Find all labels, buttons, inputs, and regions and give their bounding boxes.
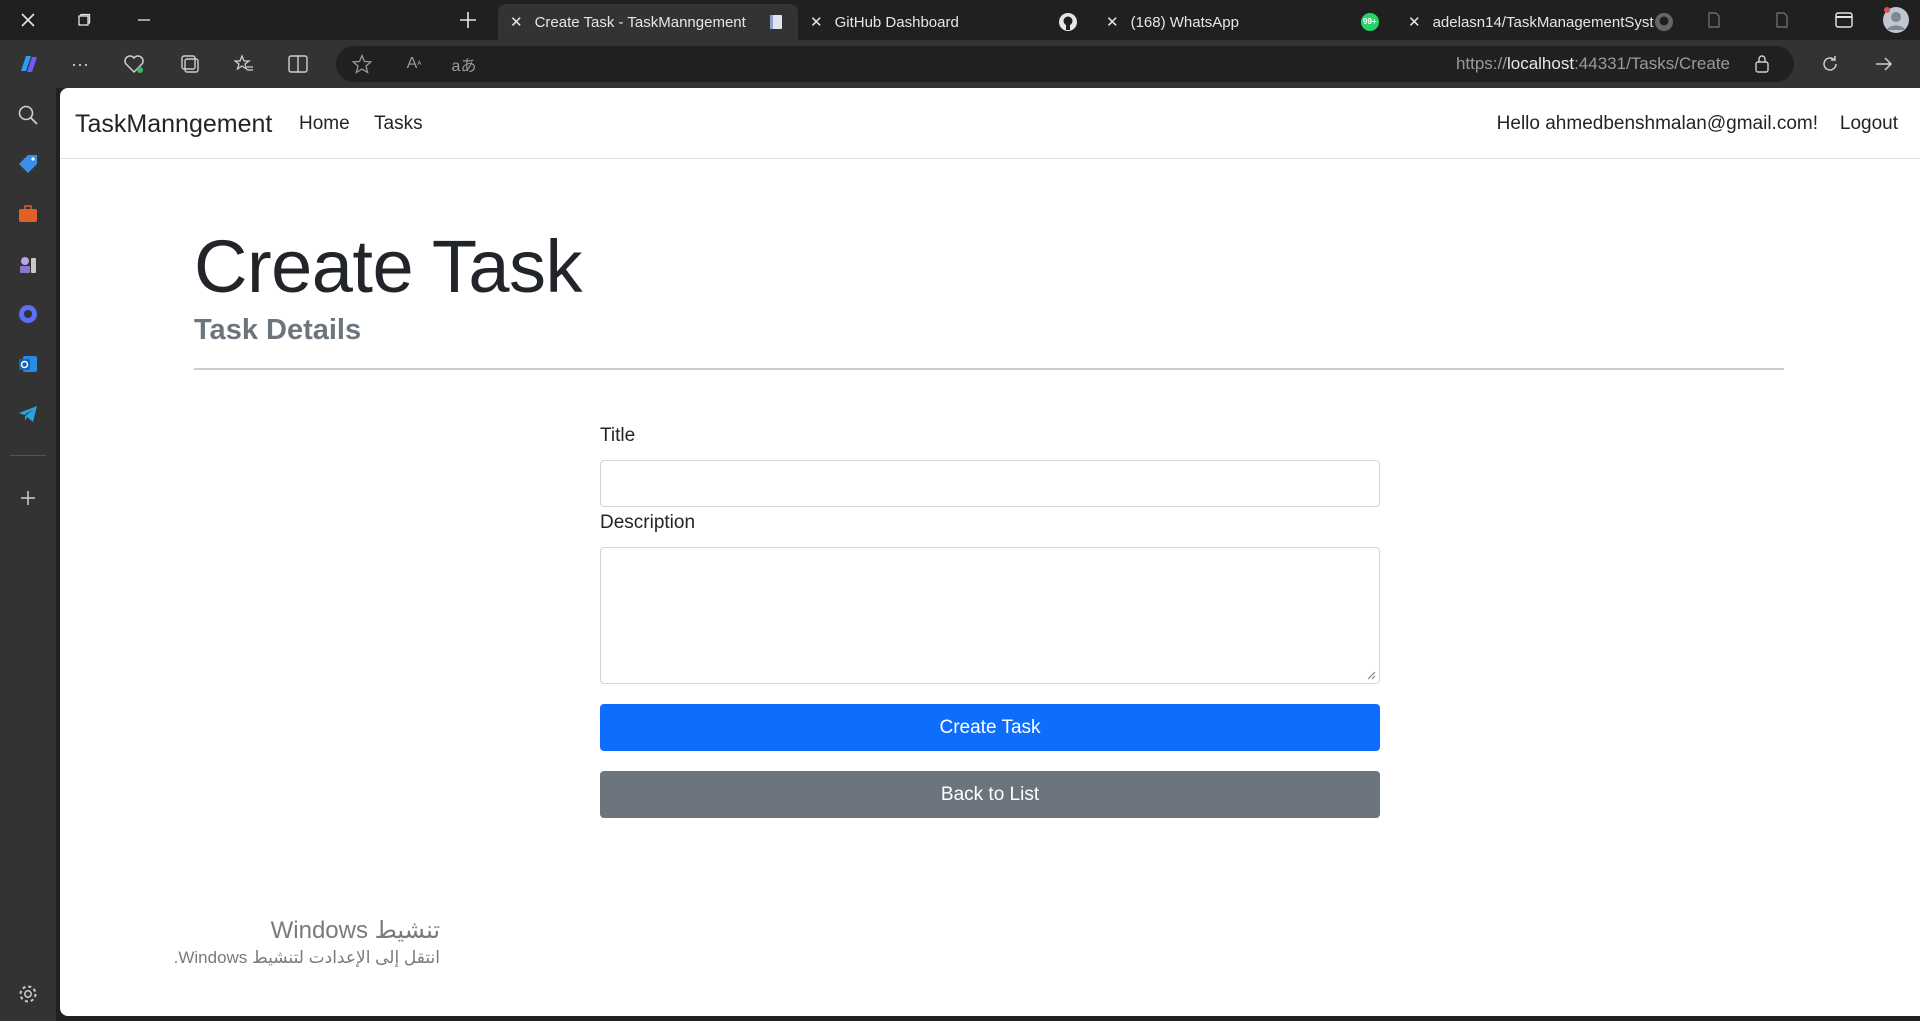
title-input[interactable] [600,460,1380,507]
minimize-window-icon[interactable] [116,0,172,40]
site-brand[interactable]: TaskManngement [75,110,272,139]
divider [194,368,1784,370]
windows-activation-title: تنشيط Windows [270,917,440,944]
resize-handle-icon[interactable] [1366,670,1376,680]
telegram-icon[interactable] [12,398,44,430]
github-icon [1654,12,1674,32]
sidebar-divider [10,455,46,456]
create-task-button[interactable]: Create Task [600,704,1380,751]
tab-title: GitHub Dashboard [834,13,959,31]
tools-briefcase-icon[interactable] [12,198,44,230]
nav-link-home[interactable]: Home [299,113,350,135]
settings-gear-icon[interactable] [12,978,44,1010]
back-to-list-button[interactable]: Back to List [600,771,1380,818]
windows-activation-message: انتقل إلى الإعدادت لتنشيط Windows. [173,948,440,967]
close-window-icon[interactable] [0,0,56,40]
add-favorite-star-icon[interactable] [346,48,378,80]
close-tab-icon[interactable]: ✕ [510,13,523,31]
favorites-icon[interactable] [228,48,260,80]
lock-icon[interactable] [1746,48,1778,80]
page-icon[interactable] [1696,0,1732,40]
address-bar[interactable]: Aᴬ aあ https://localhost:44331/Tasks/Crea… [336,46,1794,82]
tab-create-task[interactable]: ✕ Create Task - TaskManngement [498,4,798,40]
user-greeting[interactable]: Hello ahmedbenshmalan@gmail.com! [1497,113,1818,135]
github-icon [1058,12,1078,32]
copilot-icon[interactable] [12,48,44,80]
page-icon [766,12,786,32]
tab-title: Create Task - TaskManngement [534,13,746,31]
title-label: Title [600,425,636,446]
page-viewport: TaskManngement Home Tasks Hello ahmedben… [60,88,1920,1016]
close-tab-icon[interactable]: ✕ [1408,13,1421,31]
restore-window-icon[interactable] [56,0,112,40]
tab-whatsapp[interactable]: ✕ (168) WhatsApp 99+ [1094,4,1392,40]
tab-title: adelasn14/TaskManagementSyst [1432,13,1654,31]
shopping-tag-icon[interactable] [12,148,44,180]
page-subtitle: Task Details [194,314,362,346]
browser-sidebar [0,88,56,1021]
outlook-icon[interactable] [12,348,44,380]
description-label: Description [600,512,696,533]
page-icon[interactable] [1764,0,1800,40]
nav-link-tasks[interactable]: Tasks [374,113,423,135]
forward-arrow-icon[interactable] [1868,48,1900,80]
logout-link[interactable]: Logout [1840,113,1898,135]
search-icon[interactable] [12,99,44,131]
tab-title: (168) WhatsApp [1130,13,1239,31]
read-aloud-icon[interactable]: Aᴬ [398,48,430,80]
games-chess-icon[interactable] [12,248,44,280]
whatsapp-icon: 99+ [1360,12,1380,32]
tab-github-dashboard[interactable]: ✕ GitHub Dashboard [798,4,1090,40]
translate-icon[interactable]: aあ [448,48,480,80]
collections-icon[interactable] [174,48,206,80]
notification-badge: 99+ [1363,17,1377,26]
tab-github-repo[interactable]: ✕ adelasn14/TaskManagementSyst [1396,4,1686,40]
split-screen-icon[interactable] [282,48,314,80]
health-icon[interactable] [118,48,150,80]
url-text[interactable]: https://localhost:44331/Tasks/Create [1456,46,1730,82]
add-icon[interactable] [12,482,44,514]
browser-tab-strip: ✕ Create Task - TaskManngement ✕ GitHub … [0,0,1920,40]
copilot-apps-icon[interactable] [12,298,44,330]
description-textarea[interactable] [600,547,1380,684]
browser-toolbar: ··· Aᴬ aあ https://localhost:44331/Tasks/… [0,40,1920,88]
page-title: Create Task [194,225,583,308]
more-options-icon[interactable]: ··· [64,48,96,80]
profile-avatar[interactable] [1876,0,1916,40]
close-tab-icon[interactable]: ✕ [810,13,823,31]
close-tab-icon[interactable]: ✕ [1106,13,1119,31]
new-tab-icon[interactable] [440,0,496,40]
split-window-icon[interactable] [1826,0,1862,40]
refresh-icon[interactable] [1814,48,1846,80]
site-navbar: TaskManngement Home Tasks Hello ahmedben… [60,88,1920,159]
